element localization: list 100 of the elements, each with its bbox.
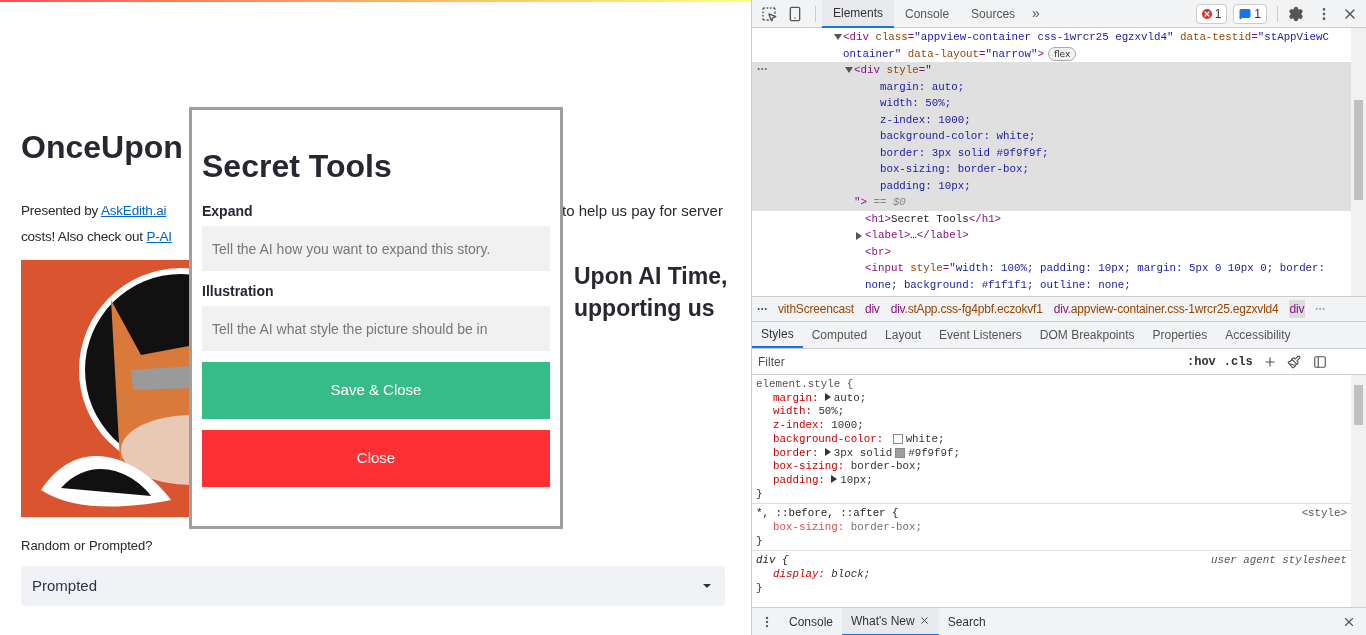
css-declaration[interactable]: border: 3px solid #9f9f9f; [773, 446, 960, 461]
app-title: OnceUpon [21, 128, 183, 167]
styles-pane-tab[interactable]: Properties [1143, 321, 1217, 348]
code-token: </h1> [968, 212, 1002, 225]
code-token: = [1251, 31, 1258, 43]
css-declaration[interactable]: background-color: white; [773, 432, 945, 447]
device-icon[interactable] [787, 5, 803, 22]
filter-toggle[interactable]: :hov [1187, 352, 1216, 371]
error-icon [1201, 8, 1212, 19]
close-button[interactable]: Close [202, 430, 550, 487]
filter-field[interactable]: Filter [754, 351, 1179, 372]
code-token: " [925, 64, 932, 76]
message-badge[interactable]: 1 [1233, 3, 1267, 24]
styles-pane-tab[interactable]: Computed [802, 321, 877, 348]
code-token: </label> [916, 229, 969, 241]
css-declaration[interactable]: width: 50%; [773, 405, 845, 420]
code-token: == $0 [872, 196, 906, 208]
drawer-tab[interactable]: Search [938, 607, 995, 635]
color-swatch[interactable] [892, 433, 903, 444]
code-token: = [918, 64, 926, 76]
caret-icon [703, 584, 711, 588]
paintbrush-icon[interactable] [1286, 354, 1301, 369]
styles-pane-tab[interactable]: Event Listeners [930, 321, 1031, 348]
code-token: <input [865, 262, 905, 274]
expanded-arrow-icon[interactable] [834, 34, 842, 40]
breadcrumb[interactable]: div.stApp.css-fg4pbf.eczokvf1 [889, 300, 1044, 318]
code-token: > [1037, 47, 1044, 60]
field-label: Illustration [202, 282, 274, 301]
color-swatch[interactable] [895, 447, 906, 458]
code-token: margin: auto; [878, 80, 965, 93]
code-token: "narrow" [985, 47, 1038, 60]
breadcrumb[interactable]: vithScreencast [777, 300, 855, 318]
dom-node[interactable]: <input style="width: 100%; padding: 10px; margin: 5px 0 10px 0; border: none; background: #f1f1f1; outline: none; [752, 260, 1351, 293]
css-declaration[interactable]: margin: auto; [773, 391, 867, 406]
devtools-tab[interactable]: Sources [960, 0, 1027, 28]
settings-icon[interactable] [1288, 5, 1304, 22]
scrollbar[interactable] [1351, 375, 1366, 607]
intro-text: costs! Also check out [21, 229, 144, 244]
dom-node[interactable]: <h1>Secret Tools</h1> [752, 210, 1351, 227]
link[interactable]: AskEdith.ai [100, 203, 167, 218]
code-token: background-color: white; [878, 130, 1036, 142]
dialog-title: Secret Tools [202, 147, 392, 186]
dom-node[interactable]: <br> [752, 243, 1351, 260]
collapsed-arrow-icon[interactable] [856, 232, 862, 240]
breadcrumb[interactable]: div [1288, 300, 1306, 318]
filter-toggle[interactable]: .cls [1223, 352, 1253, 371]
story-heading: upporting us [574, 294, 716, 323]
close-icon[interactable] [918, 615, 930, 626]
code-token: style [910, 262, 943, 274]
devtools-tab[interactable]: Console [894, 0, 961, 28]
styles-pane-tab[interactable]: DOM Breakpoints [1030, 321, 1144, 348]
rule-source[interactable]: <style> [1301, 507, 1347, 522]
expanded-arrow-icon[interactable] [845, 67, 853, 73]
scrollbar[interactable] [1351, 28, 1366, 296]
css-declaration[interactable]: padding: 10px; [773, 473, 873, 488]
dom-node[interactable]: <label>…</label> [752, 227, 1351, 244]
text-input[interactable]: Tell the AI what style the picture should be in [202, 306, 550, 351]
message-icon [1239, 7, 1252, 20]
styles-pane-tab[interactable]: Accessibility [1216, 321, 1300, 348]
drawer-tab[interactable]: Console [780, 607, 843, 635]
mode-select[interactable]: Prompted [21, 566, 725, 606]
code-token: "width: 100%; padding: 10px; margin: 5px 0 10px 0; border: [949, 262, 1326, 274]
drawer-tab[interactable]: What's New [842, 607, 939, 635]
code-token: ontainer" [843, 47, 902, 60]
css-selector: *, ::before, ::after { [756, 507, 899, 522]
styles-pane-tab[interactable]: Styles [752, 321, 803, 348]
code-token: <h1> [865, 212, 891, 225]
breadcrumb[interactable]: div.appview-container.css-1wrcr25.egzxvld4 [1052, 300, 1280, 318]
code-token: border: 3px solid #9f9f9f; [878, 146, 1049, 159]
code-token: width: 50%; [878, 97, 952, 109]
code-token: <div [843, 31, 870, 43]
dom-node[interactable]: <div class="appview-container css-1wrcr25 egzxvld4" data-testid="stAppViewC ontainer" data-layout="narrow"> flex [752, 29, 1351, 62]
css-declaration[interactable]: z-index: 1000; [773, 419, 864, 433]
code-token: = [907, 31, 915, 43]
layout-badge[interactable]: flex [1047, 46, 1077, 61]
plus-icon[interactable] [1262, 354, 1277, 369]
intro-text: to help us pay for server [562, 202, 723, 219]
dom-node[interactable]: <div style=" margin: auto; width: 50%; z-index: 1000; background-color: white; border: 3px solid #9f9f9f; box-sizing: border-box; padding: 10px; "> == $0 [752, 62, 1351, 211]
css-declaration[interactable]: box-sizing: border-box; [773, 521, 923, 535]
link[interactable]: P-AI [146, 229, 172, 244]
code-token: <label> [865, 229, 911, 241]
code-token: = [942, 262, 950, 274]
code-token: style [886, 64, 919, 76]
code-token: none; background: #f1f1f1; outline: none; [865, 278, 1131, 291]
breadcrumb[interactable]: div [863, 300, 881, 318]
more-tabs-button[interactable]: » [1026, 3, 1046, 24]
sidebar-toggle-icon[interactable] [1312, 354, 1327, 369]
inspect-icon[interactable] [761, 5, 777, 22]
select-label: Random or Prompted? [21, 537, 153, 555]
code-token: box-sizing: border-box; [878, 163, 1029, 175]
devtools-tab[interactable]: Elements [822, 0, 895, 28]
code-token: <br> [865, 245, 891, 258]
error-badge[interactable]: 1 [1195, 3, 1228, 24]
css-declaration[interactable]: display: block; [773, 568, 871, 582]
rule-source: user agent stylesheet [1210, 554, 1347, 569]
code-token: Secret Tools [890, 212, 969, 225]
styles-pane-tab[interactable]: Layout [876, 321, 931, 348]
closing-brace: } [756, 487, 763, 502]
css-declaration[interactable]: box-sizing: border-box; [773, 460, 923, 474]
text-input[interactable]: Tell the AI how you want to expand this story. [202, 226, 550, 271]
